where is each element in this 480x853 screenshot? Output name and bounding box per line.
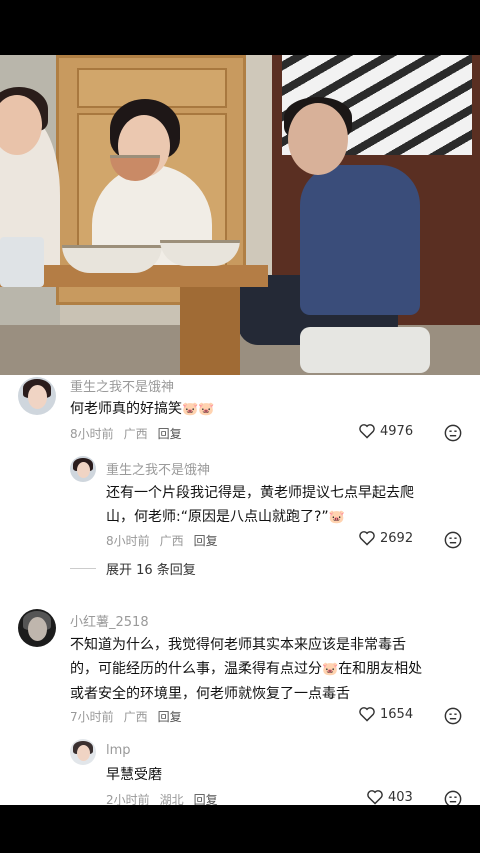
pig-emoji-icon: 🐷 <box>322 662 339 677</box>
like-count: 1654 <box>380 706 414 722</box>
dismiss-face-icon[interactable] <box>444 707 462 725</box>
reply-item: lmp 早慧受磨 2小时前 湖北 回复 403 <box>0 737 480 805</box>
divider <box>70 568 96 569</box>
comment-text: 何老师真的好搞笑🐷🐷 <box>70 397 214 422</box>
comment-username[interactable]: 重生之我不是饿神 <box>106 459 210 478</box>
comment-item: 小红薯_2518 不知道为什么，我觉得何老师其实本来应该是非常毒舌 的，可能经历… <box>0 605 480 735</box>
top-black-bar <box>0 0 480 55</box>
reply-button[interactable]: 回复 <box>158 427 182 441</box>
like-count: 2692 <box>380 530 414 546</box>
comment-text: 早慧受磨 <box>106 767 162 783</box>
like-button[interactable]: 1654 <box>358 706 413 722</box>
scene-cushion <box>300 327 430 373</box>
user-avatar[interactable] <box>70 456 96 482</box>
reply-button[interactable]: 回复 <box>194 534 218 548</box>
reply-button[interactable]: 回复 <box>194 793 218 805</box>
comment-meta: 7小时前 广西 回复 <box>70 710 182 724</box>
comment-meta: 8小时前 广西 回复 <box>70 427 182 441</box>
pig-emoji-icon: 🐷🐷 <box>182 402 215 417</box>
comment-meta: 8小时前 广西 回复 <box>106 534 218 548</box>
dismiss-face-icon[interactable] <box>444 790 462 805</box>
heart-outline-icon <box>359 531 375 546</box>
dismiss-face-icon[interactable] <box>444 424 462 442</box>
user-avatar[interactable] <box>18 377 56 415</box>
pig-emoji-icon: 🐷 <box>328 510 345 525</box>
user-avatar[interactable] <box>70 739 96 765</box>
comment-item: 重生之我不是饿神 何老师真的好搞笑🐷🐷 8小时前 广西 回复 4976 <box>0 375 480 465</box>
bottom-black-bar <box>0 805 480 853</box>
comment-username[interactable]: 小红薯_2518 <box>70 611 149 630</box>
heart-outline-icon <box>359 707 375 722</box>
heart-outline-icon <box>359 424 375 439</box>
cup <box>0 237 44 287</box>
heart-outline-icon <box>367 790 383 805</box>
comment-username[interactable]: 重生之我不是饿神 <box>70 376 174 395</box>
like-button[interactable]: 2692 <box>358 530 413 546</box>
like-button[interactable]: 4976 <box>358 423 413 439</box>
comment-username[interactable]: lmp <box>106 743 131 758</box>
reply-item: 重生之我不是饿神 还有一个片段我记得是，黄老师提议七点早起去爬 山，何老师:“原… <box>0 455 480 555</box>
comment-text: 还有一个片段我记得是，黄老师提议七点早起去爬 山，何老师:“原因是八点山就跑了?… <box>106 481 414 530</box>
like-button[interactable]: 403 <box>366 789 413 805</box>
bowl <box>62 245 162 273</box>
like-count: 403 <box>388 789 413 805</box>
reply-button[interactable]: 回复 <box>158 710 182 724</box>
comment-text: 不知道为什么，我觉得何老师其实本来应该是非常毒舌 的，可能经历的什么事，温柔得有… <box>70 637 423 702</box>
comments-list[interactable]: 重生之我不是饿神 何老师真的好搞笑🐷🐷 8小时前 广西 回复 4976 重生之我不是… <box>0 375 480 805</box>
comment-meta: 2小时前 湖北 回复 <box>106 793 218 805</box>
person-right <box>300 165 420 315</box>
expand-replies-button[interactable]: 展开 16 条回复 <box>70 559 196 578</box>
dismiss-face-icon[interactable] <box>444 531 462 549</box>
like-count: 4976 <box>380 423 414 439</box>
video-player[interactable] <box>0 55 480 375</box>
user-avatar[interactable] <box>18 609 56 647</box>
